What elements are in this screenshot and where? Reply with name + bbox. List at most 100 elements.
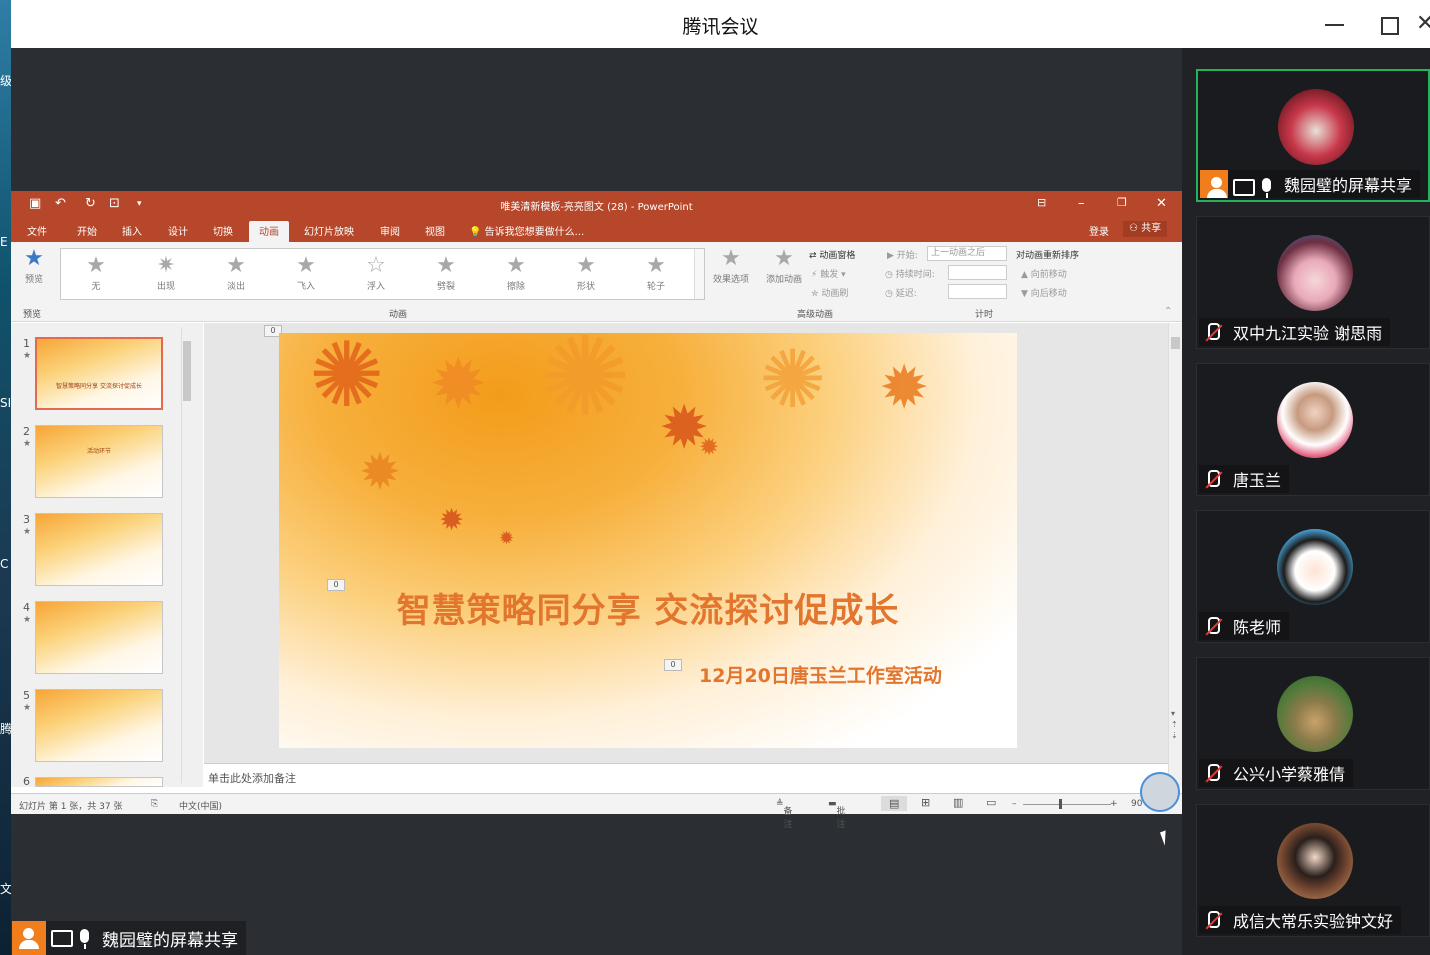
effect-options-icon[interactable]: ★ <box>716 246 746 271</box>
thumbnail-scrollbar[interactable] <box>181 327 192 783</box>
animation-pane-button[interactable]: ⇄ 动画窗格 <box>809 248 855 261</box>
slide-scrollbar[interactable]: ▾ ⇡ ⇣ <box>1168 323 1182 787</box>
slide-thumbnail[interactable] <box>35 777 163 787</box>
tab-view[interactable]: 视图 <box>425 223 445 238</box>
ppt-close-icon[interactable]: ✕ <box>1156 196 1167 211</box>
move-earlier-button[interactable]: ▲ 向前移动 <box>1021 267 1067 280</box>
slide-subtitle[interactable]: 12月20日唐玉兰工作室活动 <box>699 661 942 688</box>
trigger-button[interactable]: ⚡ 触发 ▾ <box>811 267 846 280</box>
reading-view-icon[interactable]: ▥ <box>953 796 963 809</box>
participant-tile[interactable]: 魏园璧的屏幕共享 <box>1196 69 1430 202</box>
animation-order-marker[interactable]: 0 <box>664 659 682 671</box>
animation-painter-button[interactable]: ✮ 动画刷 <box>811 286 848 299</box>
participant-tile[interactable]: 陈老师 <box>1196 510 1430 643</box>
start-label: ▶ 开始: <box>887 251 918 261</box>
tencent-meeting-window: 级 E SI C 腾文 腾讯会议 ✕ ▣ ↶ ↻ ⊡ ▾ 唯美清新模板-亮亮图文 (28… <box>0 0 1430 955</box>
zoom-level[interactable]: 90 <box>1131 799 1142 809</box>
anim-label: 出现 <box>156 282 175 292</box>
slide-info: 幻灯片 第 1 张，共 37 张 <box>19 802 123 812</box>
slide-number: 3 <box>23 513 30 526</box>
move-later-button[interactable]: ▼ 向后移动 <box>1021 286 1067 299</box>
anim-label: 飞入 <box>296 282 315 292</box>
tab-file[interactable]: 文件 <box>27 223 47 238</box>
scroll-thumb[interactable] <box>183 341 191 401</box>
anim-appear-icon[interactable]: ✷ <box>151 253 181 278</box>
anim-float-in-icon[interactable]: ☆ <box>361 253 391 278</box>
zoom-slider[interactable] <box>1023 804 1111 805</box>
zoom-slider-thumb[interactable] <box>1059 799 1062 809</box>
slide-number: 6 <box>23 775 30 788</box>
login-link[interactable]: 登录 <box>1089 223 1109 238</box>
anim-label: 轮子 <box>646 282 665 292</box>
zoom-out-icon[interactable]: – <box>1012 799 1017 809</box>
slide-thumbnail[interactable] <box>35 601 163 674</box>
ppt-minimize-icon[interactable]: – <box>1078 196 1085 211</box>
maximize-button[interactable] <box>1375 10 1403 38</box>
zoom-in-icon[interactable]: + <box>1110 799 1118 809</box>
anim-fly-in-icon[interactable]: ★ <box>291 253 321 278</box>
tab-animations[interactable]: 动画 <box>249 221 289 242</box>
participant-name: 公兴小学蔡雅倩 <box>1233 765 1346 784</box>
close-button[interactable]: ✕ <box>1416 10 1430 38</box>
animation-marker-icon: ★ <box>23 527 32 537</box>
add-animation-icon[interactable]: ★ <box>769 246 799 271</box>
slide-thumbnail[interactable] <box>35 513 163 586</box>
avatar <box>1277 529 1353 605</box>
slide-thumbnail[interactable]: 智慧策略同分享 交流探讨促成长 <box>35 337 163 410</box>
current-slide[interactable]: ✺ ✹ ✺ ✹ ✺ ✹ ✹ ✹ ✹ ✹ 0 智慧策略同分享 交流探讨促成长 0 … <box>279 333 1017 748</box>
delay-input[interactable] <box>948 284 1007 299</box>
participant-tile[interactable]: 公兴小学蔡雅倩 <box>1196 657 1430 790</box>
slideshow-view-icon[interactable]: ▭ <box>986 796 996 809</box>
minimize-button[interactable] <box>1321 10 1349 38</box>
tab-insert[interactable]: 插入 <box>122 223 142 238</box>
tab-slideshow[interactable]: 幻灯片放映 <box>304 223 354 238</box>
participant-tile[interactable]: 成信大常乐实验钟文好 <box>1196 804 1430 937</box>
animation-pane-label: 动画窗格 <box>819 251 856 261</box>
mouse-cursor-icon <box>1159 828 1177 846</box>
page-nav-arrows[interactable]: ▾ ⇡ ⇣ <box>1171 708 1178 741</box>
participant-tile[interactable]: 唐玉兰 <box>1196 363 1430 496</box>
ppt-restore-icon[interactable]: ❐ <box>1117 196 1127 209</box>
spellcheck-icon[interactable]: ⎘ <box>151 799 158 809</box>
comments-toggle[interactable]: ▬ 批注 <box>828 799 846 830</box>
add-animation-label: 添加动画 <box>765 275 802 285</box>
anim-none-icon[interactable]: ★ <box>81 253 111 278</box>
preview-icon[interactable]: ★ <box>19 246 49 271</box>
participant-tile[interactable]: 双中九江实验 谢思雨 <box>1196 216 1430 349</box>
anim-label: 无 <box>91 282 101 292</box>
timing-group-label: 计时 <box>975 310 994 320</box>
ribbon-display-icon[interactable]: ⊟ <box>1037 196 1046 209</box>
tab-review[interactable]: 审阅 <box>380 223 400 238</box>
avatar <box>1277 823 1353 899</box>
start-label-text: 开始: <box>896 251 918 261</box>
tab-design[interactable]: 设计 <box>168 223 188 238</box>
anim-wipe-icon[interactable]: ★ <box>501 253 531 278</box>
notes-pane[interactable]: 单击此处添加备注 <box>204 763 1168 787</box>
user-icon <box>12 921 46 955</box>
duration-input[interactable] <box>948 265 1007 280</box>
tab-transitions[interactable]: 切换 <box>213 223 233 238</box>
anim-wheel-icon[interactable]: ★ <box>641 253 671 278</box>
tab-home[interactable]: 开始 <box>77 223 97 238</box>
share-button[interactable]: ⚇ 共享 <box>1123 221 1168 237</box>
floating-avatar-icon[interactable] <box>1140 772 1180 812</box>
gallery-scroll[interactable] <box>694 249 704 299</box>
start-select[interactable]: 上一动画之后 <box>927 246 1007 261</box>
anim-shape-icon[interactable]: ★ <box>571 253 601 278</box>
muted-mic-icon <box>1199 759 1227 787</box>
slide-thumbnail[interactable]: 活动环节 <box>35 425 163 498</box>
slide-sorter-icon[interactable]: ⊞ <box>921 796 930 809</box>
anim-split-icon[interactable]: ★ <box>431 253 461 278</box>
animation-gallery: ★ 无 ✷ 出现 ★ 淡出 ★ 飞入 ☆ 浮入 ★ 劈裂 ★ 擦除 ★ 形状 ★ <box>60 248 705 300</box>
collapse-ribbon-icon[interactable]: ⌃ <box>1164 306 1172 317</box>
slide-title[interactable]: 智慧策略同分享 交流探讨促成长 <box>279 583 1017 632</box>
notes-toggle[interactable]: ≜ 备注 <box>776 799 793 830</box>
participant-name: 双中九江实验 谢思雨 <box>1233 324 1383 343</box>
slide-thumbnail[interactable] <box>35 689 163 762</box>
tell-me-search[interactable]: 💡 告诉我您想要做什么... <box>469 223 584 238</box>
app-title: 腾讯会议 <box>682 16 759 38</box>
normal-view-icon[interactable]: ▤ <box>881 796 908 811</box>
move-earlier-label: 向前移动 <box>1030 270 1067 280</box>
anim-fade-icon[interactable]: ★ <box>221 253 251 278</box>
scroll-thumb[interactable] <box>1171 337 1180 349</box>
